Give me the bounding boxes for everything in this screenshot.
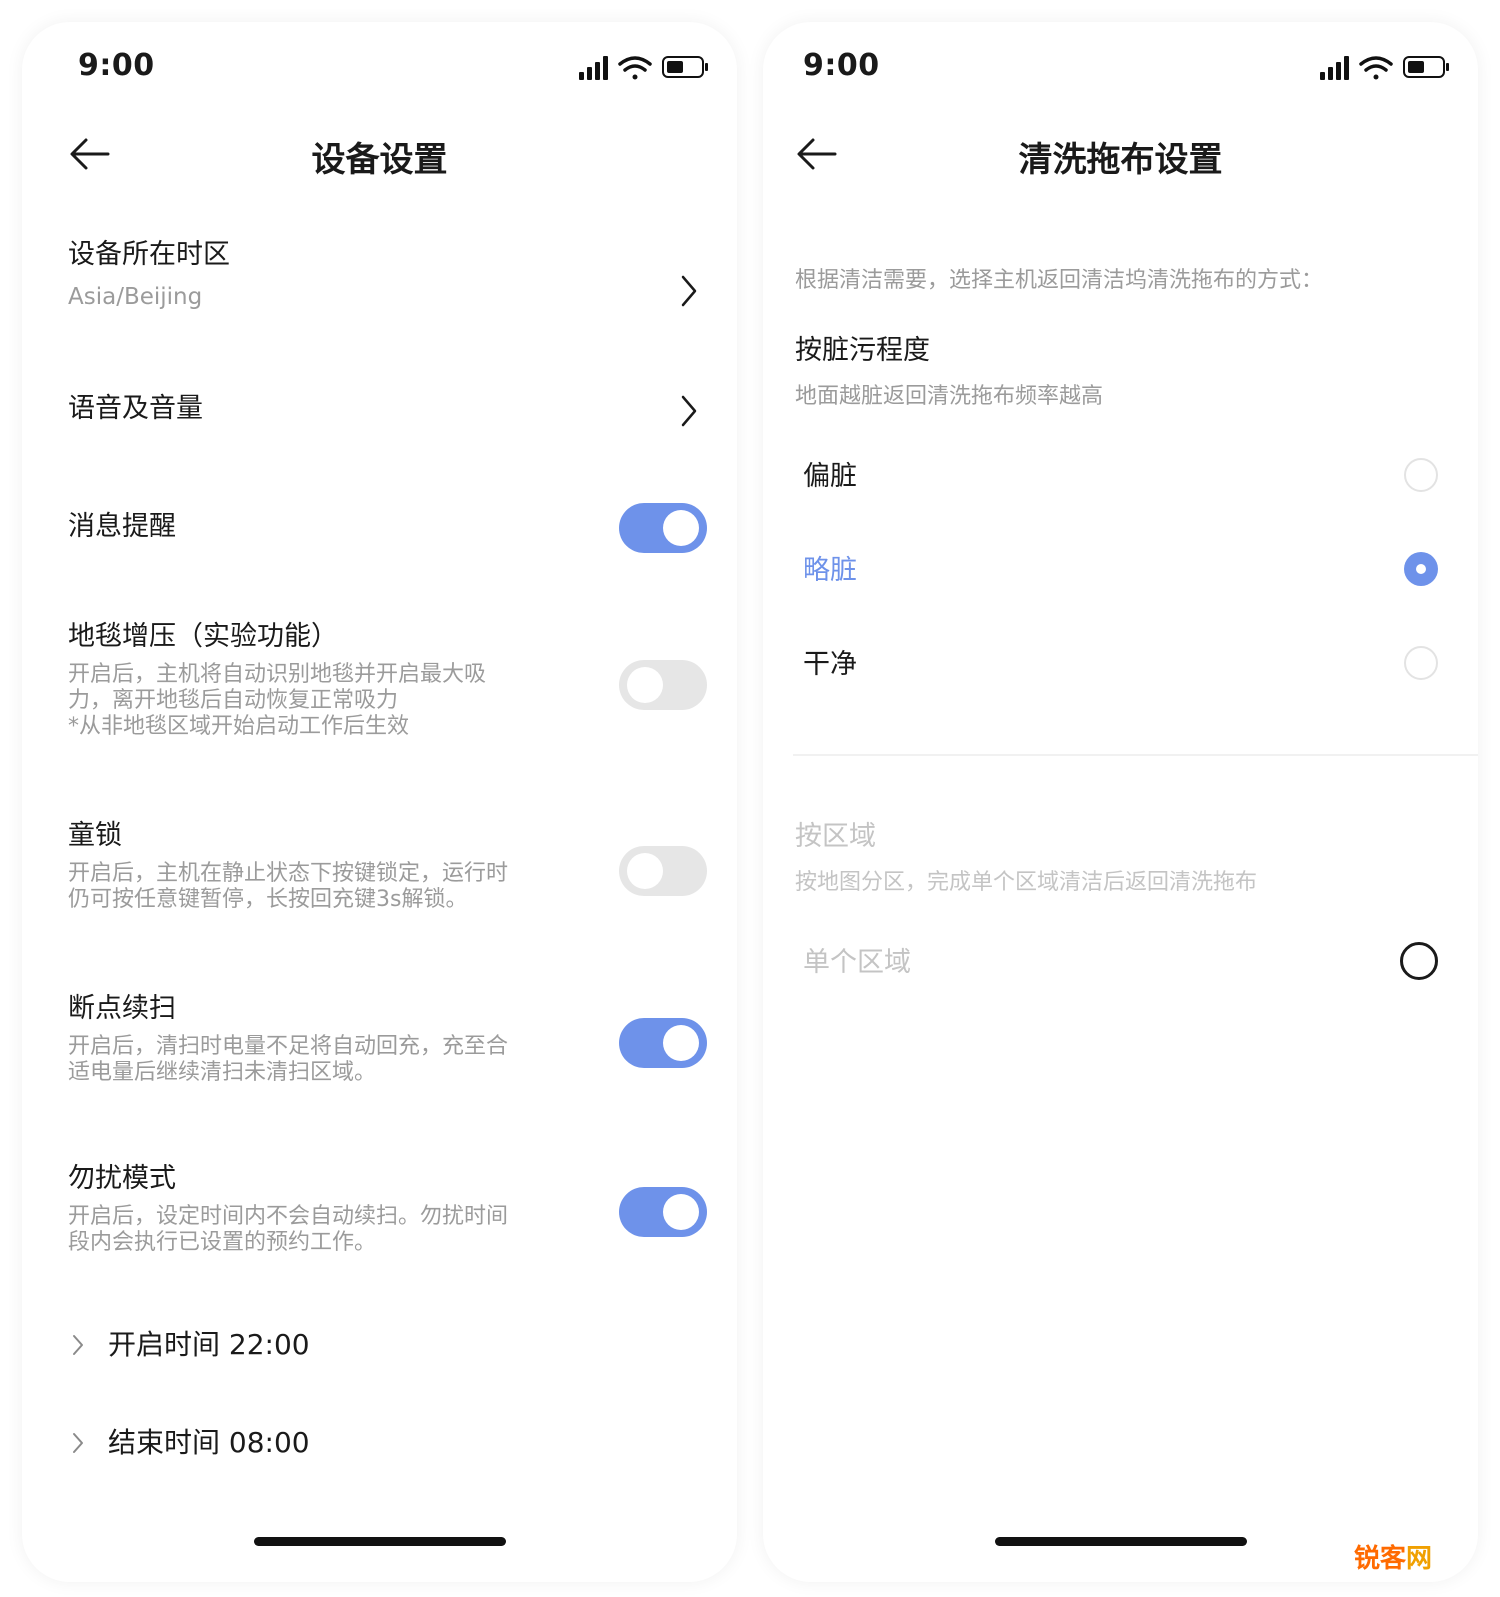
status-icons (579, 56, 708, 80)
option-dirty-radio[interactable] (1404, 458, 1438, 492)
section-divider (793, 754, 1478, 756)
child-lock-row: 童锁 开启后，主机在静止状态下按键锁定，运行时 仍可按任意键暂停，长按回充键3s… (68, 817, 597, 913)
option-single-area-label: 单个区域 (803, 947, 911, 978)
signal-icon (1320, 56, 1349, 80)
resume-cleaning-toggle[interactable] (619, 1018, 707, 1068)
status-time: 9:00 (78, 48, 155, 83)
status-time: 9:00 (803, 48, 880, 83)
device-settings-screen: 9:00 设备设置 设备所在时区 Asia/Beijing 语音及音量 消息提醒… (22, 22, 737, 1582)
back-arrow-icon[interactable] (795, 136, 839, 172)
option-single-area[interactable]: 单个区域 (795, 938, 1438, 988)
option-clean-radio[interactable] (1404, 646, 1438, 680)
page-title: 清洗拖布设置 (1018, 140, 1223, 180)
option-dirty-label: 偏脏 (803, 461, 857, 492)
back-arrow-icon[interactable] (68, 136, 112, 172)
child-lock-toggle[interactable] (619, 846, 707, 896)
by-dirt-title: 按脏污程度 (795, 335, 930, 366)
dnd-desc: 开启后，设定时间内不会自动续扫。勿扰时间 段内会执行已设置的预约工作。 (68, 1204, 509, 1255)
option-slightly-dirty-radio[interactable] (1404, 552, 1438, 586)
intro-text: 根据清洁需要，选择主机返回清洁坞清洗拖布的方式： (795, 268, 1324, 293)
nav-bar: 清洗拖布设置 (763, 122, 1478, 192)
option-slightly-dirty[interactable]: 略脏 (795, 546, 1438, 596)
notification-row: 消息提醒 (68, 508, 707, 558)
option-slightly-dirty-label: 略脏 (803, 555, 857, 586)
wifi-icon (618, 56, 652, 80)
carpet-boost-title: 地毯增压（实验功能） (68, 621, 338, 652)
dnd-end-time-row[interactable]: 结束时间 08:00 (72, 1423, 707, 1463)
notification-toggle[interactable] (619, 503, 707, 553)
child-lock-title: 童锁 (68, 820, 122, 851)
status-bar: 9:00 (22, 22, 737, 112)
option-clean-label: 干净 (803, 649, 857, 680)
home-indicator[interactable] (994, 1537, 1247, 1546)
resume-cleaning-row: 断点续扫 开启后，清扫时电量不足将自动回充，充至合 适电量后继续清扫未清扫区域。 (68, 990, 597, 1086)
dnd-end-time: 结束时间 08:00 (108, 1426, 310, 1459)
chevron-right-icon (73, 1335, 83, 1355)
carpet-boost-toggle[interactable] (619, 660, 707, 710)
by-dirt-desc: 地面越脏返回清洗拖布频率越高 (795, 384, 1104, 409)
notification-title: 消息提醒 (68, 511, 176, 542)
chevron-right-icon (681, 395, 697, 427)
status-icons (1320, 56, 1449, 80)
dnd-start-time: 开启时间 22:00 (108, 1328, 310, 1361)
dnd-start-time-row[interactable]: 开启时间 22:00 (72, 1325, 707, 1365)
dnd-toggle[interactable] (619, 1187, 707, 1237)
by-area-desc: 按地图分区，完成单个区域清洁后返回清洗拖布 (795, 870, 1258, 895)
voice-volume-title: 语音及音量 (68, 393, 203, 424)
nav-bar: 设备设置 (22, 122, 737, 192)
timezone-title: 设备所在时区 (68, 239, 230, 270)
option-single-area-radio[interactable] (1400, 942, 1438, 980)
battery-icon (662, 56, 708, 78)
status-bar: 9:00 (763, 22, 1478, 112)
home-indicator[interactable] (253, 1537, 506, 1546)
dnd-title: 勿扰模式 (68, 1163, 176, 1194)
battery-icon (1403, 56, 1449, 78)
timezone-row[interactable]: 设备所在时区 Asia/Beijing (68, 236, 707, 326)
chevron-right-icon (681, 275, 697, 307)
dnd-row: 勿扰模式 开启后，设定时间内不会自动续扫。勿扰时间 段内会执行已设置的预约工作。 (68, 1160, 597, 1256)
signal-icon (579, 56, 608, 80)
page-title: 设备设置 (311, 140, 448, 180)
resume-cleaning-desc: 开启后，清扫时电量不足将自动回充，充至合 适电量后继续清扫未清扫区域。 (68, 1034, 509, 1085)
carpet-boost-row: 地毯增压（实验功能） 开启后，主机将自动识别地毯并开启最大吸 力，离开地毯后自动… (68, 618, 567, 740)
mop-wash-settings-screen: 9:00 清洗拖布设置 根据清洁需要，选择主机返回清洁坞清洗拖布的方式： 按脏污… (763, 22, 1478, 1582)
carpet-boost-desc: 开启后，主机将自动识别地毯并开启最大吸 力，离开地毯后自动恢复正常吸力 *从非地… (68, 662, 487, 739)
wifi-icon (1359, 56, 1393, 80)
site-watermark: 锐客网 (1353, 1544, 1432, 1574)
timezone-value: Asia/Beijing (68, 284, 203, 310)
voice-volume-row[interactable]: 语音及音量 (68, 390, 707, 440)
option-clean[interactable]: 干净 (795, 640, 1438, 690)
chevron-right-icon (73, 1433, 83, 1453)
resume-cleaning-title: 断点续扫 (68, 993, 176, 1024)
option-dirty[interactable]: 偏脏 (795, 452, 1438, 502)
child-lock-desc: 开启后，主机在静止状态下按键锁定，运行时 仍可按任意键暂停，长按回充键3s解锁。 (68, 861, 509, 912)
by-area-title: 按区域 (795, 821, 876, 852)
